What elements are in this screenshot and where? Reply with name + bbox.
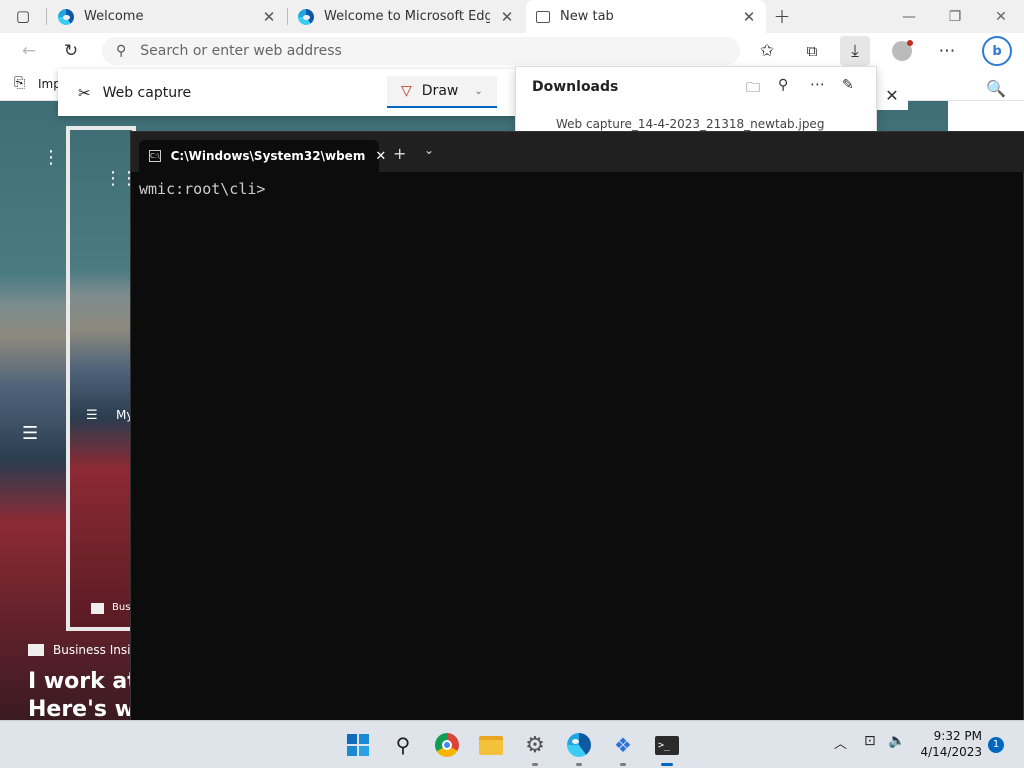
close-tab-icon[interactable]: ✕	[500, 8, 514, 26]
search-icon[interactable]: ⚲	[385, 727, 421, 763]
show-hidden-icons-icon[interactable]: ︿	[834, 733, 847, 752]
tab-label: Welcome	[84, 9, 144, 24]
chevron-down-icon[interactable]: ⌄	[474, 86, 482, 97]
clock-time: 9:32 PM	[933, 729, 982, 743]
terminal-tab-title: C:\Windows\System32\wbem	[170, 149, 366, 163]
bing-icon[interactable]: b	[982, 36, 1012, 66]
tab-actions-icon[interactable]: ▢	[8, 1, 38, 31]
edge-icon[interactable]	[561, 727, 597, 766]
terminal-icon[interactable]: >_	[649, 727, 685, 766]
download-item-name[interactable]: Web capture_14-4-2023_21318_newtab.jpeg	[556, 117, 824, 131]
browser-tab-strip: ▢ Welcome ✕ Welcome to Microsoft Edge ✕ …	[0, 0, 1024, 33]
downloads-title: Downloads	[532, 79, 619, 95]
cmd-icon: C:\	[149, 150, 161, 162]
tab-welcome[interactable]: Welcome ✕	[48, 0, 286, 33]
minimize-icon[interactable]: —	[886, 0, 932, 33]
source-badge-small: Bus	[112, 602, 131, 613]
collections-icon[interactable]: ⧉	[797, 36, 827, 66]
app-icon[interactable]: ❖	[605, 727, 641, 766]
headline-line-1[interactable]: I work at	[28, 669, 138, 694]
downloads-panel: Downloads 🗀 ⚲ ⋯ ✎ Web capture_14-4-2023_…	[515, 66, 877, 132]
favorites-icon[interactable]: ✩	[752, 36, 782, 66]
chrome-icon[interactable]	[429, 727, 465, 763]
web-capture-title: Web capture	[102, 84, 192, 101]
sidebar: 🔍	[948, 79, 1024, 131]
terminal-prompt[interactable]: wmic:root\cli>	[139, 180, 265, 198]
address-placeholder: Search or enter web address	[140, 43, 342, 59]
network-icon[interactable]: ⊡	[864, 733, 876, 749]
close-tab-icon[interactable]: ✕	[742, 8, 756, 26]
notification-badge[interactable]: 1	[988, 737, 1004, 753]
sidebar-search-icon[interactable]: 🔍	[986, 79, 1006, 98]
tab-welcome-to-edge[interactable]: Welcome to Microsoft Edge ✕	[288, 0, 524, 33]
tab-label: Welcome to Microsoft Edge	[324, 9, 490, 24]
import-icon: ⎘	[14, 75, 26, 91]
taskbar-clock[interactable]: 9:32 PM 4/14/2023	[910, 728, 982, 760]
tab-label: New tab	[560, 9, 614, 24]
menu-icon[interactable]: ☰	[22, 423, 38, 444]
close-tab-icon[interactable]: ✕	[262, 8, 276, 26]
edge-icon	[58, 8, 74, 25]
open-folder-icon[interactable]: 🗀	[746, 77, 760, 101]
close-capture-icon[interactable]: ✕	[876, 80, 908, 110]
edge-icon	[298, 8, 314, 25]
more-options-icon[interactable]: ⋯	[932, 36, 962, 66]
tab-new-tab[interactable]: New tab ✕	[526, 0, 766, 33]
restore-icon[interactable]: ❐	[932, 0, 978, 33]
profile-alert-dot	[907, 40, 913, 46]
new-terminal-tab-icon[interactable]: +	[393, 144, 406, 163]
more-options-icon[interactable]: ⋯	[810, 75, 825, 93]
search-downloads-icon[interactable]: ⚲	[778, 77, 788, 93]
taskbar: ⚲ ⚙ ❖ >_ ︿ ⊡ 🔈 1	[0, 720, 1024, 768]
terminal-window: C:\ C:\Windows\System32\wbem ✕ + ⌄ wmic:…	[130, 131, 1024, 721]
back-icon[interactable]: ←	[14, 36, 44, 66]
clock-date: 4/14/2023	[920, 745, 982, 759]
captured-page-preview: ⋮⋮⋮ ☰ My Bus	[66, 126, 154, 631]
draw-button[interactable]: ▽ Draw ⌄	[387, 76, 497, 108]
downloads-icon[interactable]: ⤓	[840, 36, 870, 66]
settings-icon[interactable]: ⚙	[517, 727, 553, 766]
close-tab-icon[interactable]: ✕	[375, 149, 386, 164]
chevron-down-icon[interactable]: ⌄	[424, 143, 434, 157]
business-insider-logo	[28, 644, 44, 656]
new-tab-button[interactable]: +	[767, 1, 797, 31]
business-insider-logo	[91, 603, 104, 614]
file-explorer-icon[interactable]	[473, 727, 509, 763]
search-icon: ⚲	[116, 43, 127, 59]
address-bar[interactable]: ⚲ Search or enter web address	[102, 37, 740, 65]
terminal-titlebar: C:\ C:\Windows\System32\wbem ✕ + ⌄	[131, 132, 1024, 172]
web-capture-icon: ✂	[78, 83, 91, 102]
terminal-tab[interactable]: C:\ C:\Windows\System32\wbem ✕	[139, 140, 386, 172]
menu-icon: ☰	[86, 408, 98, 423]
new-tab-icon	[536, 10, 550, 23]
close-window-icon[interactable]: ✕	[978, 0, 1024, 33]
pin-icon[interactable]: ✎	[842, 77, 854, 93]
pen-icon: ▽	[401, 83, 412, 99]
start-icon[interactable]	[340, 727, 376, 763]
draw-label: Draw	[421, 83, 459, 99]
volume-icon[interactable]: 🔈	[888, 733, 905, 749]
refresh-icon[interactable]: ↻	[56, 36, 86, 66]
